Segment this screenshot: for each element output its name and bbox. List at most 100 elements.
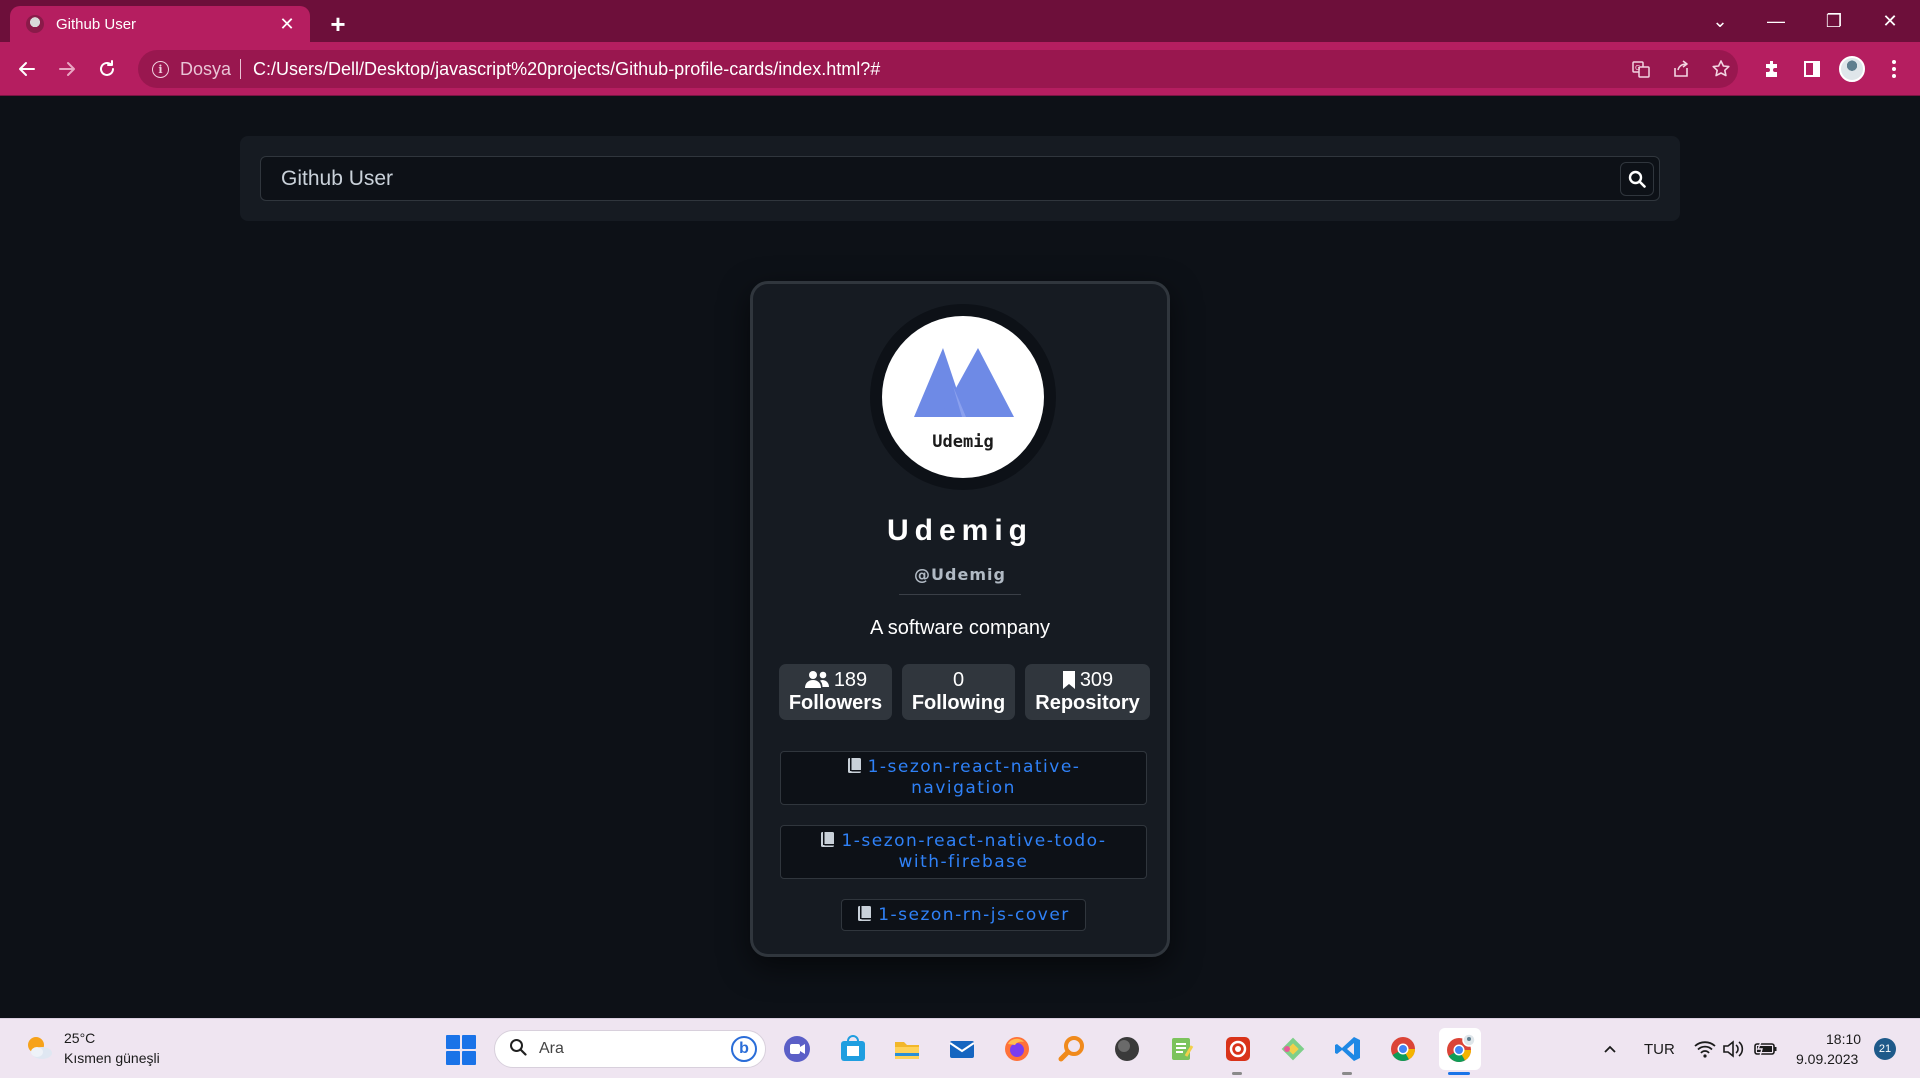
circle-app-icon[interactable] [1109, 1031, 1145, 1067]
battery-icon[interactable] [1754, 1019, 1778, 1078]
chrome-profile-window-icon[interactable] [1439, 1028, 1481, 1070]
profile-divider [899, 594, 1021, 595]
back-button[interactable] [9, 51, 45, 87]
notepad-app-icon[interactable] [1164, 1031, 1200, 1067]
origin-label: Dosya [180, 58, 232, 79]
active-indicator [1448, 1072, 1470, 1075]
taskbar-search-placeholder: Ara [539, 1040, 564, 1057]
search-icon [1628, 170, 1646, 188]
forward-button[interactable] [49, 51, 85, 87]
share-icon[interactable] [1664, 50, 1698, 88]
search-button[interactable] [1620, 162, 1654, 196]
reload-icon [100, 60, 114, 76]
taskbar-search[interactable]: Ara b [494, 1030, 766, 1068]
taskbar: 25°C Kısmen güneşli Ara b TUR 18:10 9.09… [0, 1018, 1920, 1078]
running-indicator [1342, 1072, 1352, 1075]
github-favicon-icon [26, 15, 44, 33]
following-label: Following [911, 692, 1006, 714]
url-text[interactable]: C:/Users/Dell/Desktop/javascript%20proje… [253, 59, 880, 80]
tab-title: Github User [56, 15, 137, 33]
avatar-frame: Udemig [870, 304, 1056, 490]
running-indicator [1232, 1072, 1242, 1075]
book-icon [847, 758, 861, 773]
weather-description[interactable]: Kısmen güneşli [64, 1050, 160, 1066]
notification-badge[interactable]: 21 [1874, 1038, 1896, 1060]
users-icon [804, 671, 829, 688]
clock-date[interactable]: 9.09.2023 [1796, 1051, 1858, 1067]
partly-sunny-icon[interactable] [24, 1033, 54, 1063]
close-window-button[interactable]: ✕ [1866, 4, 1914, 38]
search-panel [240, 136, 1680, 221]
store-icon[interactable] [835, 1031, 871, 1067]
chrome-icon[interactable] [1385, 1031, 1421, 1067]
profile-name: Udemig [886, 514, 1033, 547]
close-tab-icon[interactable]: ✕ [276, 13, 298, 35]
avatar: Udemig [882, 316, 1044, 478]
book-icon [858, 905, 872, 921]
bing-icon[interactable]: b [731, 1036, 757, 1062]
firefox-icon[interactable] [999, 1031, 1035, 1067]
browser-toolbar: i Dosya C:/Users/Dell/Desktop/javascript… [0, 42, 1920, 96]
repo-name: 1-sezon-react-native-todo- [841, 831, 1107, 851]
repo-link[interactable]: 1-sezon-react-native-todo-with-firebase [780, 825, 1147, 879]
repo-name-continued: with-firebase [898, 852, 1029, 872]
followers-count: 189 [833, 668, 868, 691]
bookmark-star-icon[interactable] [1704, 50, 1738, 88]
following-count: 0 [952, 668, 965, 691]
tab-search-button[interactable]: ⌄ [1696, 4, 1744, 38]
avatar-logo-text: Udemig [932, 432, 994, 452]
minimize-button[interactable]: — [1752, 4, 1800, 38]
forward-arrow-icon [59, 62, 75, 76]
site-info-icon[interactable]: i [152, 60, 169, 78]
address-bar[interactable]: i Dosya C:/Users/Dell/Desktop/javascript… [138, 50, 1738, 88]
profile-bio: A software company [869, 617, 1051, 639]
profile-card: Udemig Udemig @Udemig A software company… [750, 281, 1170, 957]
wifi-icon[interactable] [1694, 1019, 1716, 1078]
file-explorer-icon[interactable] [889, 1031, 925, 1067]
udemig-logo-icon [914, 348, 1014, 417]
browser-tab-bar: Github User ✕ + ⌄ — ❐ ✕ [0, 0, 1920, 42]
stat-followers: 189 Followers [779, 664, 892, 720]
repository-label: Repository [1035, 692, 1140, 714]
bookmark-icon [1062, 671, 1075, 689]
browser-menu-icon[interactable] [1876, 51, 1912, 87]
profile-login: @Udemig [914, 565, 1006, 584]
repository-count: 309 [1079, 668, 1114, 691]
git-app-icon[interactable] [1275, 1031, 1311, 1067]
back-arrow-icon [19, 62, 35, 76]
search-icon [509, 1038, 527, 1061]
extensions-icon[interactable] [1754, 51, 1790, 87]
address-separator [240, 59, 242, 79]
mail-icon[interactable] [944, 1031, 980, 1067]
repo-name: 1-sezon-rn-js-cover [878, 904, 1070, 925]
volume-icon[interactable] [1722, 1019, 1744, 1078]
stat-repository: 309 Repository [1025, 664, 1150, 720]
followers-label: Followers [788, 692, 883, 714]
new-tab-button[interactable]: + [322, 8, 354, 40]
start-button[interactable] [446, 1035, 476, 1065]
stat-following: 0 Following [902, 664, 1015, 720]
repo-name: 1-sezon-react-native- [867, 757, 1081, 777]
vscode-icon[interactable] [1330, 1031, 1366, 1067]
recorder-app-icon[interactable] [1220, 1031, 1256, 1067]
repo-link[interactable]: 1-sezon-react-native-navigation [780, 751, 1147, 805]
translate-icon[interactable]: G [1624, 50, 1658, 88]
book-icon [821, 832, 835, 847]
browser-tab[interactable]: Github User ✕ [10, 6, 310, 42]
language-indicator[interactable]: TUR [1644, 1019, 1675, 1078]
github-user-search-input[interactable] [260, 156, 1660, 201]
search-magnifier-app-icon[interactable] [1054, 1031, 1090, 1067]
reload-button[interactable] [89, 51, 125, 87]
repo-link[interactable]: 1-sezon-rn-js-cover [841, 899, 1086, 931]
weather-temperature[interactable]: 25°C [64, 1030, 95, 1046]
svg-text:G: G [1635, 64, 1640, 72]
chevron-up-icon [1604, 1045, 1616, 1053]
side-panel-icon[interactable] [1794, 51, 1830, 87]
show-hidden-icons-button[interactable] [1602, 1019, 1618, 1078]
repo-name-continued: navigation [911, 778, 1016, 798]
profile-avatar[interactable] [1834, 51, 1870, 87]
teams-meet-icon[interactable] [779, 1031, 815, 1067]
profile-stats: 189 Followers 0 Following 309 Repository [779, 664, 1150, 720]
restore-button[interactable]: ❐ [1810, 4, 1858, 38]
clock-time[interactable]: 18:10 [1826, 1031, 1861, 1047]
